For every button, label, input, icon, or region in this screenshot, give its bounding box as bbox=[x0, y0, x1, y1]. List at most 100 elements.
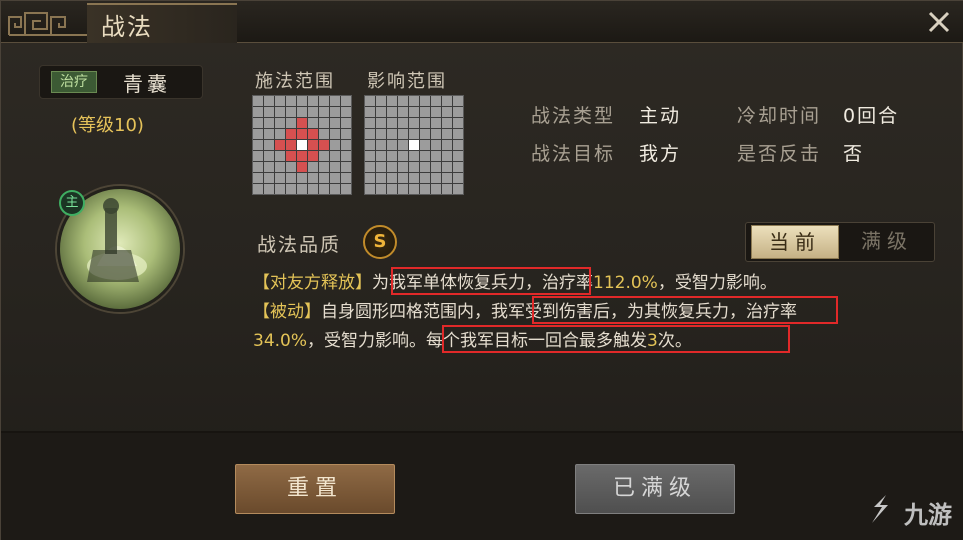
grid-cell bbox=[319, 107, 329, 117]
grid-cell bbox=[297, 107, 307, 117]
grid-cell bbox=[387, 129, 397, 139]
grid-cell bbox=[264, 129, 274, 139]
grid-cell bbox=[387, 184, 397, 194]
grid-cell bbox=[409, 162, 419, 172]
grid-cell bbox=[365, 96, 375, 106]
grid-cell bbox=[453, 118, 463, 128]
grid-cell bbox=[253, 173, 263, 183]
desc-tag: 【对友方释放】 bbox=[253, 273, 372, 293]
grid-cell bbox=[365, 173, 375, 183]
grid-cell bbox=[264, 151, 274, 161]
tab-current[interactable]: 当前 bbox=[751, 225, 839, 259]
grid-cell bbox=[365, 184, 375, 194]
grid-cell bbox=[275, 96, 285, 106]
grid-cell bbox=[420, 129, 430, 139]
grid-cell bbox=[330, 162, 340, 172]
grid-cell bbox=[398, 173, 408, 183]
grid-cell bbox=[453, 140, 463, 150]
grid-cell bbox=[398, 129, 408, 139]
grid-cell bbox=[264, 140, 274, 150]
grid-cell bbox=[453, 129, 463, 139]
grid-cell bbox=[286, 151, 296, 161]
grid-cell bbox=[341, 96, 351, 106]
grid-cell bbox=[442, 118, 452, 128]
desc-text: 自身圆形四格范围内， bbox=[321, 302, 491, 322]
grid-cell bbox=[253, 162, 263, 172]
grid-cell bbox=[286, 107, 296, 117]
grid-cell bbox=[286, 129, 296, 139]
grid-cell bbox=[286, 96, 296, 106]
close-icon[interactable] bbox=[924, 7, 954, 37]
grid-cell bbox=[398, 118, 408, 128]
grid-cell bbox=[308, 151, 318, 161]
grid-cell bbox=[431, 173, 441, 183]
grid-cell bbox=[341, 173, 351, 183]
grid-cell bbox=[330, 151, 340, 161]
grid-cell bbox=[275, 118, 285, 128]
grid-cell bbox=[376, 129, 386, 139]
grid-cell bbox=[431, 107, 441, 117]
grid-cell bbox=[319, 96, 329, 106]
grid-cell bbox=[376, 151, 386, 161]
grid-cell bbox=[308, 140, 318, 150]
grid-cell bbox=[365, 129, 375, 139]
grid-cell bbox=[308, 184, 318, 194]
skill-type-key: 战法类型 bbox=[531, 105, 616, 127]
grid-cell bbox=[286, 140, 296, 150]
desc-text: 我军受到伤害后，为其恢复兵力 bbox=[491, 302, 729, 322]
grid-cell bbox=[275, 173, 285, 183]
grid-cell bbox=[398, 151, 408, 161]
grid-cell bbox=[365, 107, 375, 117]
desc-text: 为我军单体恢复兵力 bbox=[372, 273, 525, 293]
reset-button[interactable]: 重置 bbox=[235, 464, 395, 514]
skill-name: 青囊 bbox=[123, 72, 171, 96]
grid-cell bbox=[297, 129, 307, 139]
heal-rate: 112.0% bbox=[593, 273, 658, 293]
grid-cell bbox=[376, 162, 386, 172]
grid-cell bbox=[431, 118, 441, 128]
counter-key: 是否反击 bbox=[737, 143, 822, 165]
grid-cell bbox=[431, 96, 441, 106]
grid-cell bbox=[264, 162, 274, 172]
skill-target-key: 战法目标 bbox=[531, 143, 616, 165]
trigger-count: 3 bbox=[647, 331, 658, 351]
grid-cell bbox=[376, 96, 386, 106]
grid-cell bbox=[420, 118, 430, 128]
grid-cell bbox=[387, 151, 397, 161]
grid-cell bbox=[376, 173, 386, 183]
watermark-logo-icon bbox=[872, 495, 888, 523]
desc-text: ，受智力影响。 bbox=[307, 331, 427, 351]
grid-cell bbox=[297, 140, 307, 150]
grid-cell bbox=[297, 184, 307, 194]
tab-max-level[interactable]: 满级 bbox=[843, 225, 931, 259]
grid-cell bbox=[442, 162, 452, 172]
grid-cell bbox=[308, 162, 318, 172]
grid-cell bbox=[275, 184, 285, 194]
skill-window: 战法 治疗 青囊 (等级10) 主 施法范围 影响范围 战法类型 主动 冷却时间… bbox=[0, 0, 963, 540]
grid-cell bbox=[341, 129, 351, 139]
grid-cell bbox=[341, 162, 351, 172]
grid-cell bbox=[376, 184, 386, 194]
grid-cell bbox=[286, 184, 296, 194]
grid-cell bbox=[275, 107, 285, 117]
grid-cell bbox=[286, 118, 296, 128]
grid-cell bbox=[319, 173, 329, 183]
grid-cell bbox=[365, 162, 375, 172]
grid-cell bbox=[453, 162, 463, 172]
grid-cell bbox=[253, 96, 263, 106]
grid-cell bbox=[330, 140, 340, 150]
max-level-button: 已满级 bbox=[575, 464, 735, 514]
grid-cell bbox=[431, 184, 441, 194]
grid-cell bbox=[330, 118, 340, 128]
grid-cell bbox=[308, 173, 318, 183]
desc-text: 每个我军目标一回合最多触发 bbox=[426, 331, 648, 351]
grid-cell bbox=[453, 107, 463, 117]
grid-cell bbox=[319, 151, 329, 161]
grid-cell bbox=[341, 140, 351, 150]
grid-cell bbox=[308, 118, 318, 128]
counter-value: 否 bbox=[843, 143, 865, 165]
grid-cell bbox=[319, 184, 329, 194]
grid-cell bbox=[376, 107, 386, 117]
grid-cell bbox=[387, 96, 397, 106]
grid-cell bbox=[387, 118, 397, 128]
